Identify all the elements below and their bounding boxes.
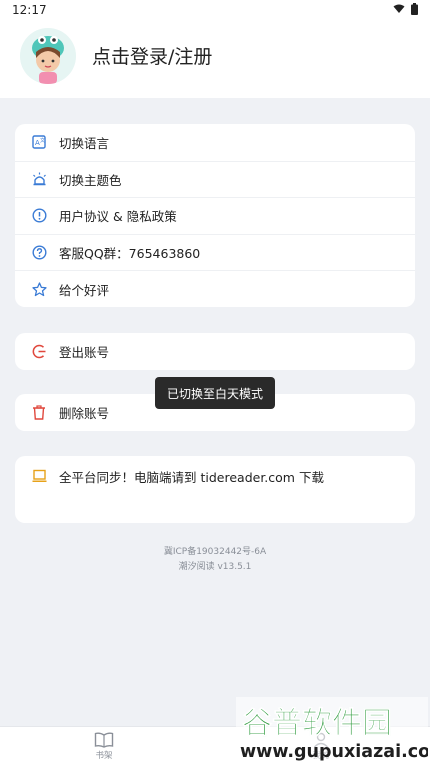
logout-button[interactable]: 登出账号 xyxy=(15,333,415,370)
menu-item-label: 切换主题色 xyxy=(59,172,122,188)
menu-item-user-agreement-privacy[interactable]: 用户协议 & 隐私政策 xyxy=(15,197,415,234)
menu-item-label: 给个好评 xyxy=(59,282,110,298)
logout-label: 登出账号 xyxy=(59,344,110,360)
sync-info-label: 全平台同步！电脑端请到 tidereader.com 下载 xyxy=(59,469,324,485)
menu-item-label: 切换语言 xyxy=(59,135,110,151)
app-version: 潮汐阅读 v13.5.1 xyxy=(178,562,252,572)
theme-switched-toast: 已切换至白天模式 xyxy=(155,377,275,409)
watermark-site-name: 谷普软件园 xyxy=(242,706,392,741)
avatar[interactable] xyxy=(20,28,76,84)
watermark-logo: 谷普软件园 www.gupuxiazai.com xyxy=(236,697,430,765)
tab-bookshelf[interactable]: 书架 xyxy=(94,731,114,761)
translate-icon: A 文 xyxy=(31,134,47,150)
battery-icon xyxy=(411,3,418,15)
site-watermark: 谷普软件园 www.gupuxiazai.com xyxy=(236,697,430,765)
status-time: 12:17 xyxy=(12,3,47,17)
delete-account-label: 删除账号 xyxy=(59,405,110,421)
laptop-icon xyxy=(31,468,47,484)
wifi-icon xyxy=(393,4,405,13)
logout-icon xyxy=(31,343,47,359)
status-bar: 12:17 xyxy=(0,0,430,22)
menu-item-rate-app[interactable]: 给个好评 xyxy=(15,270,415,307)
info-icon xyxy=(31,208,47,224)
menu-item-switch-theme[interactable]: 切换主题色 xyxy=(15,160,415,198)
icp-number: 冀ICP备19032442号-6A xyxy=(163,547,267,557)
book-open-icon xyxy=(94,732,114,748)
profile-header[interactable]: 点击登录/注册 xyxy=(0,22,430,98)
menu-item-switch-language[interactable]: A 文 切换语言 xyxy=(15,124,415,161)
star-icon xyxy=(31,281,47,297)
sync-info-row[interactable]: 全平台同步！电脑端请到 tidereader.com 下载 xyxy=(15,456,415,496)
menu-item-customer-service-qq[interactable]: 客服QQ群：765463860 xyxy=(15,233,415,271)
menu-item-label: 用户协议 & 隐私政策 xyxy=(59,209,177,225)
login-register-link[interactable]: 点击登录/注册 xyxy=(92,42,212,69)
settings-menu-card: A 文 切换语言 切换主题色 用户协议 & 隐私政策 客服QQ群：7654638… xyxy=(15,124,415,307)
menu-item-label: 客服QQ群：765463860 xyxy=(59,246,201,262)
trash-icon xyxy=(31,404,47,420)
status-icons xyxy=(393,3,418,15)
logout-card: 登出账号 xyxy=(15,333,415,370)
tab-bookshelf-label: 书架 xyxy=(95,751,113,761)
watermark-url: www.gupuxiazai.com xyxy=(240,742,428,762)
help-circle-icon xyxy=(31,245,47,261)
sync-info-card[interactable]: 全平台同步！电脑端请到 tidereader.com 下载 xyxy=(15,456,415,523)
theme-bell-icon xyxy=(31,171,47,187)
svg-text:文: 文 xyxy=(40,137,45,144)
